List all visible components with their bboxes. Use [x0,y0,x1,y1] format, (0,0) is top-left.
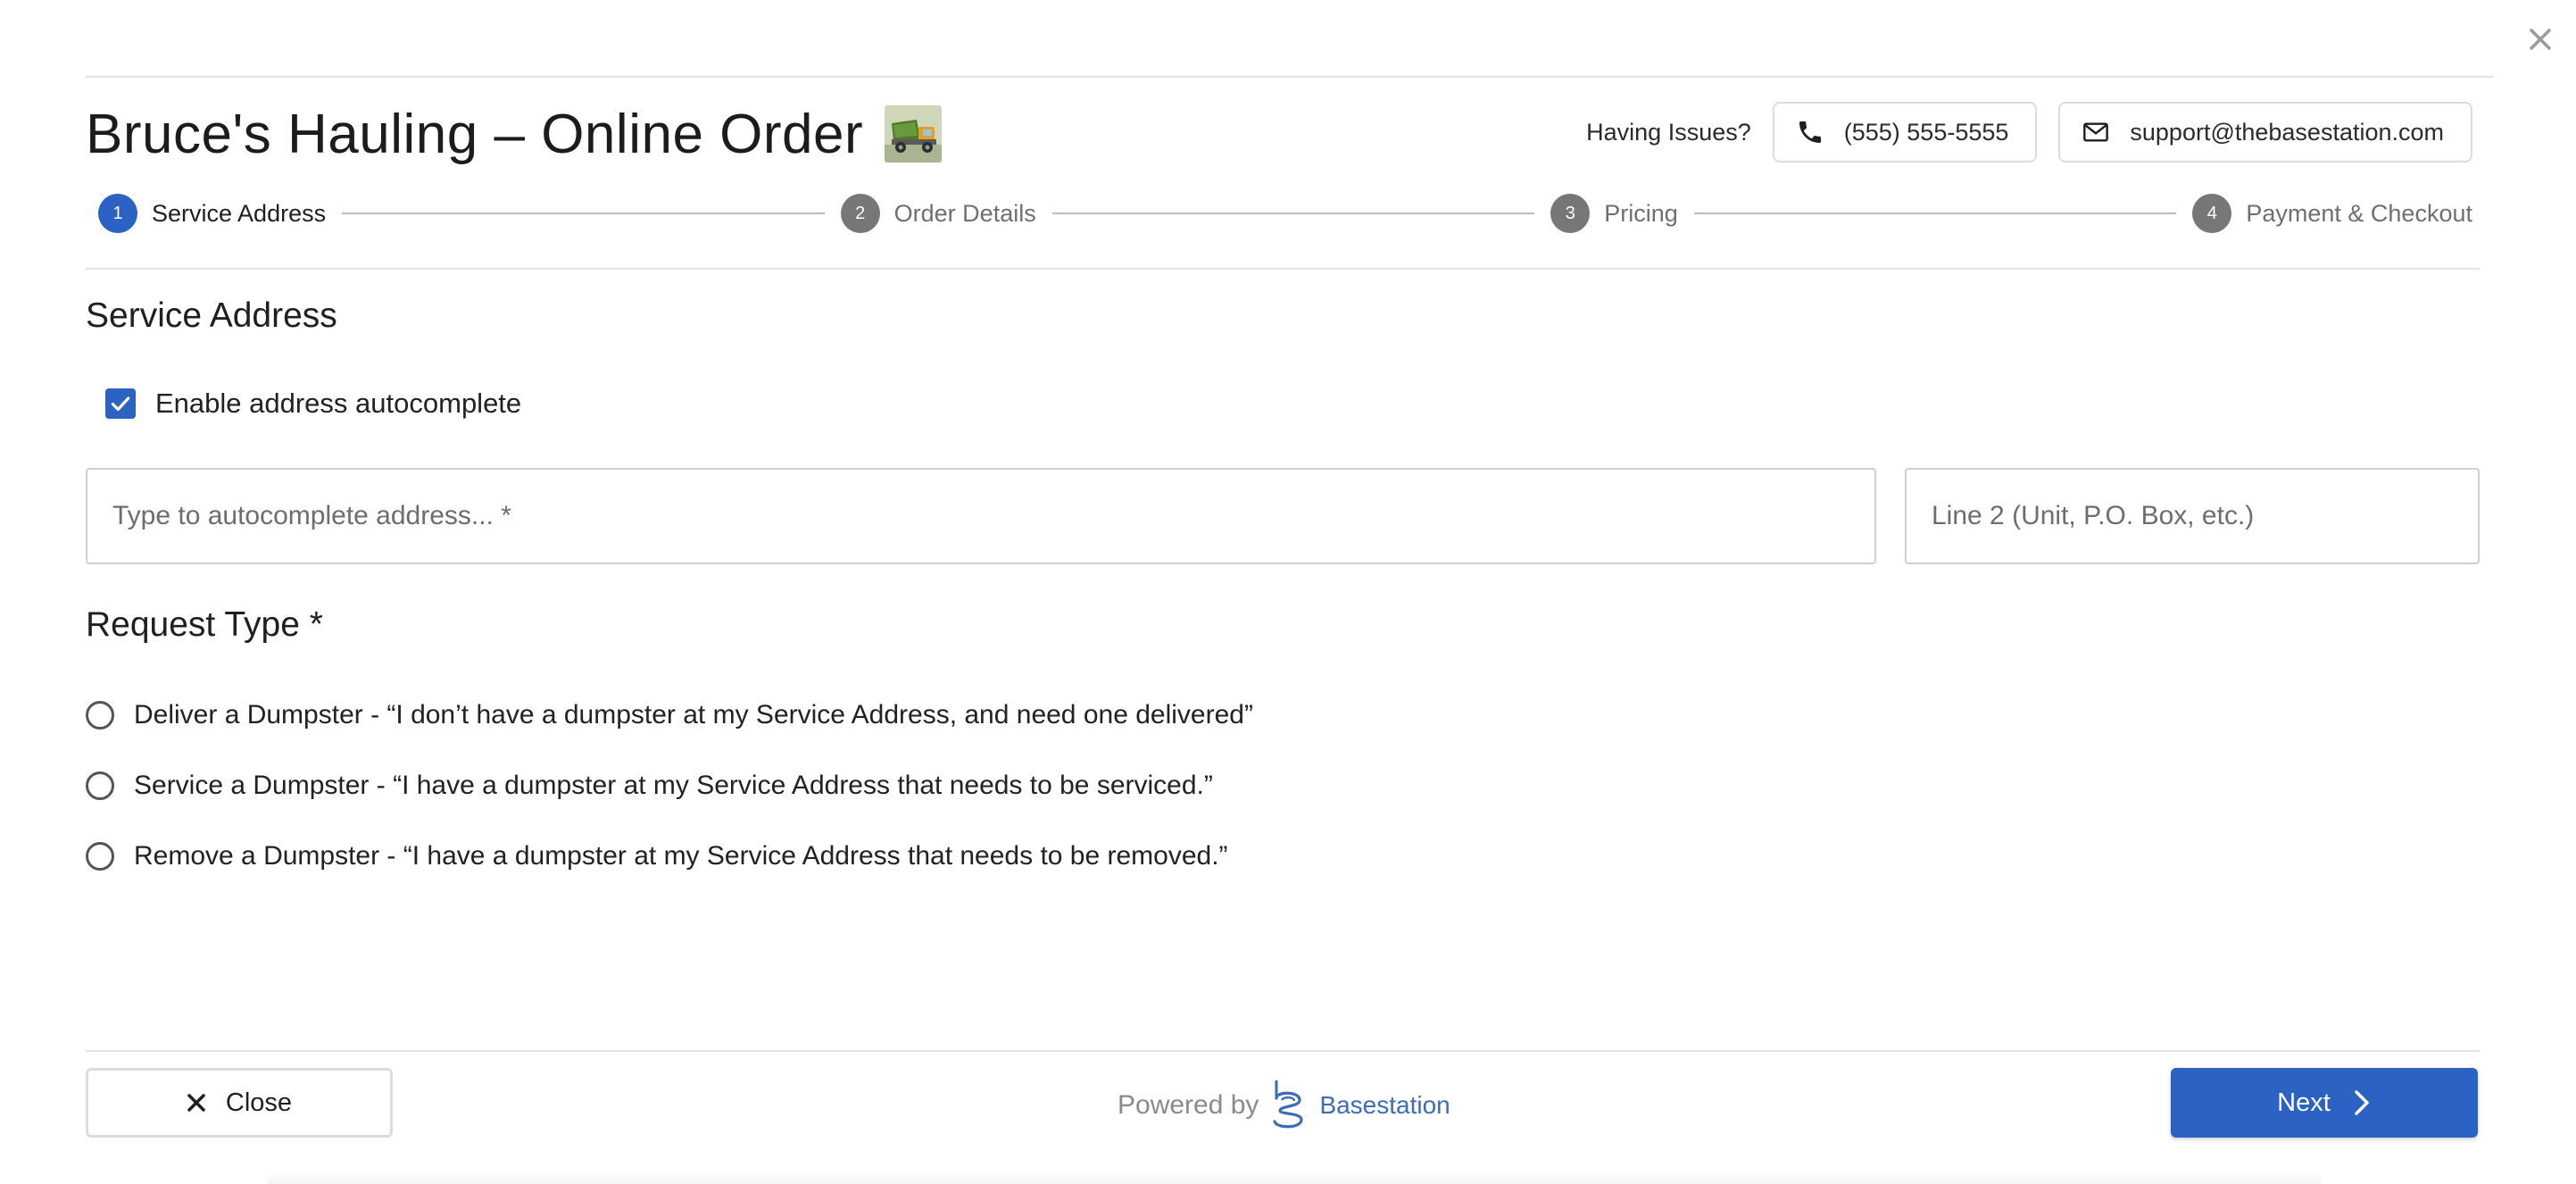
service-address-heading: Service Address [86,296,337,335]
next-button[interactable]: Next [2171,1068,2478,1138]
address-autocomplete-input[interactable] [86,468,1876,564]
checkmark-icon [111,396,130,412]
bottom-shadow [268,1171,2321,1184]
autocomplete-label: Enable address autocomplete [155,388,522,419]
radio-button[interactable] [86,771,114,800]
step-connector [1693,213,2177,214]
envelope-icon [2083,122,2109,142]
autocomplete-toggle[interactable]: Enable address autocomplete [105,388,521,420]
radio-label: Service a Dumpster - “I have a dumpster … [134,771,1213,800]
radio-button[interactable] [86,701,114,730]
powered-by: Powered by Basestation [1118,1079,1450,1132]
phone-icon [1799,121,1821,143]
support-contacts: Having Issues? (555) 555-5555 support@th… [1586,102,2472,163]
request-type-heading: Request Type * [86,605,323,644]
footer-divider [86,1050,2480,1052]
company-logo [885,105,943,163]
step-connector [1051,213,1535,214]
step-service-address[interactable]: 1 Service Address [98,194,326,233]
order-modal: Bruce's Hauling – Online Order Having Is… [0,0,2576,1184]
having-issues-label: Having Issues? [1586,118,1751,146]
order-stepper: 1 Service Address 2 Order Details 3 Pric… [98,193,2472,234]
step-number: 3 [1550,194,1591,233]
page-title: Bruce's Hauling – Online Order [86,103,864,165]
title-row: Bruce's Hauling – Online Order [86,98,943,170]
basestation-logo-icon [1273,1080,1304,1129]
radio-label: Remove a Dumpster - “I have a dumpster a… [134,841,1228,871]
step-number: 2 [840,194,880,233]
step-payment-checkout[interactable]: 4 Payment & Checkout [2192,194,2472,233]
request-option-service[interactable]: Service a Dumpster - “I have a dumpster … [86,771,1213,801]
phone-number: (555) 555-5555 [1843,118,2009,146]
step-label: Order Details [893,199,1036,227]
powered-by-label: Powered by [1118,1090,1259,1120]
request-option-deliver[interactable]: Deliver a Dumpster - “I don’t have a dum… [86,700,1253,730]
dismiss-modal-button[interactable] [2522,21,2558,57]
next-label: Next [2277,1088,2331,1117]
email-button[interactable]: support@thebasestation.com [2058,102,2472,163]
top-divider [86,76,2494,78]
step-pricing[interactable]: 3 Pricing [1550,194,1678,233]
radio-button[interactable] [86,842,114,871]
step-number: 1 [98,194,137,233]
close-icon [187,1094,205,1112]
radio-label: Deliver a Dumpster - “I don’t have a dum… [134,700,1253,730]
step-number: 4 [2192,194,2232,233]
close-icon [2530,29,2551,50]
brand-name: Basestation [1319,1091,1450,1119]
close-button[interactable]: Close [86,1068,393,1138]
address-line2-input[interactable] [1905,468,2480,564]
step-connector [342,213,825,214]
step-label: Service Address [152,199,327,227]
chevron-right-icon [2355,1090,2369,1115]
autocomplete-checkbox[interactable] [105,388,136,419]
step-order-details[interactable]: 2 Order Details [840,194,1036,233]
header-divider [86,268,2480,270]
step-label: Pricing [1604,199,1678,227]
close-label: Close [225,1088,293,1117]
support-email: support@thebasestation.com [2130,118,2444,146]
request-option-remove[interactable]: Remove a Dumpster - “I have a dumpster a… [86,841,1228,871]
step-label: Payment & Checkout [2246,199,2472,227]
phone-button[interactable]: (555) 555-5555 [1772,102,2038,163]
